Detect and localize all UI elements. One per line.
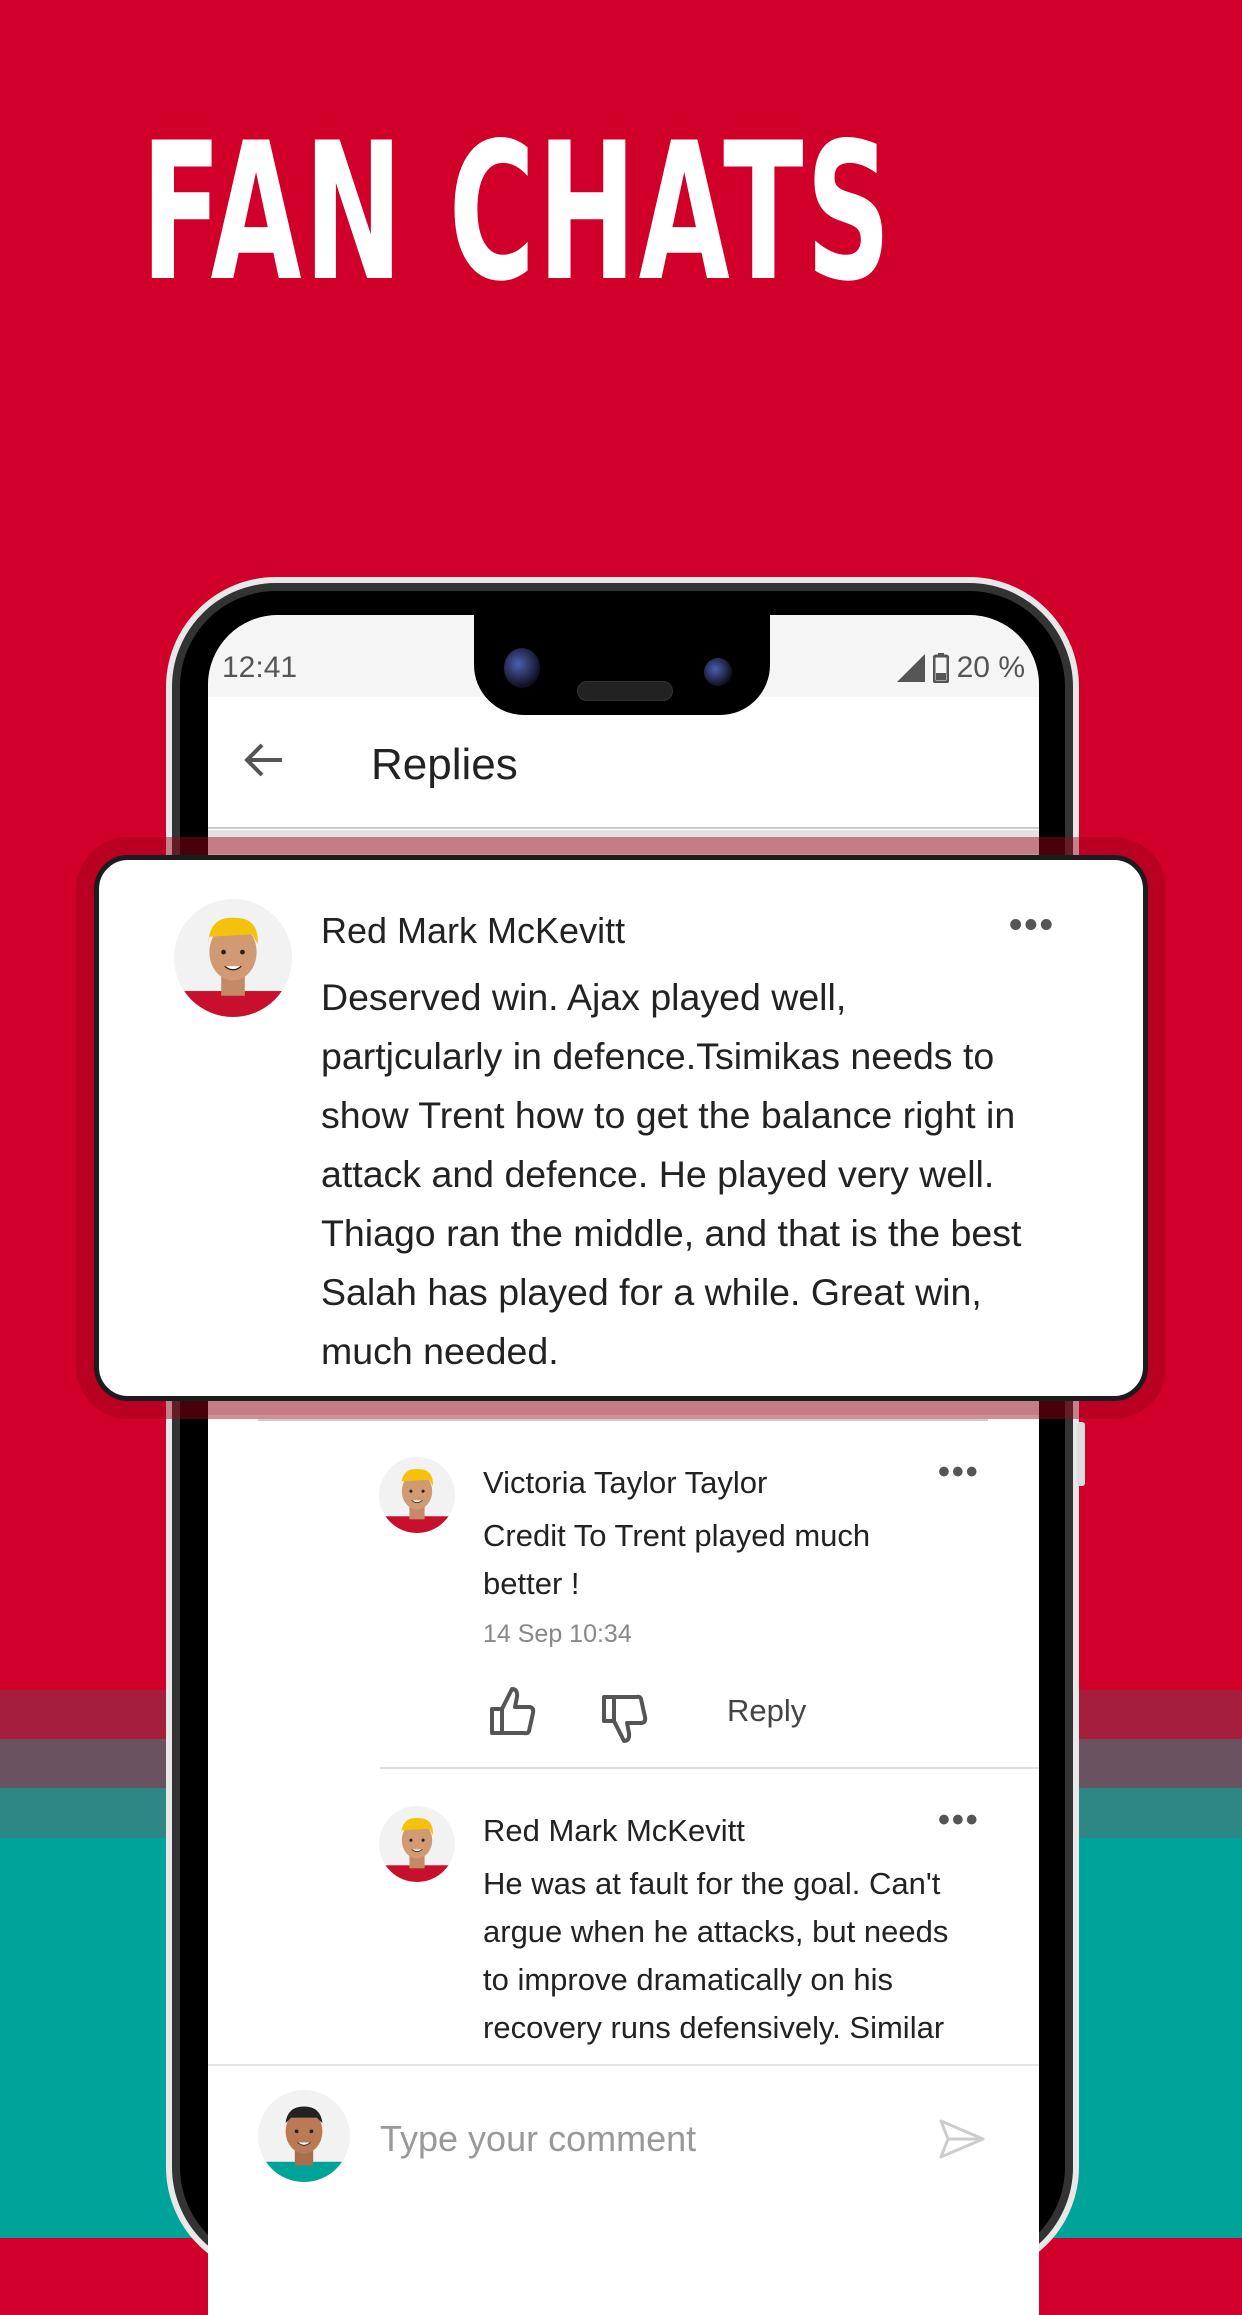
avatar [379, 1457, 455, 1533]
reply-text-line: He was at fault for the goal. Can't [483, 1866, 941, 1901]
page-title: Replies [371, 740, 518, 789]
reply-text-line: Credit To Trent played much [483, 1518, 871, 1553]
comment-composer: Type your comment [208, 2064, 1039, 2315]
arrow-left-icon[interactable] [244, 743, 284, 777]
reply-text-line: better ! [483, 1566, 580, 1601]
divider [208, 827, 1039, 829]
featured-comment-card: Red Mark McKevitt ••• Deserved win. Ajax… [94, 855, 1148, 1401]
camera-notch [474, 615, 770, 715]
phone-side-button [1077, 1422, 1085, 1486]
reply-date: 14 Sep 10:34 [483, 1620, 632, 1648]
comment-text-line: Salah has played for a while. Great win, [321, 1271, 982, 1313]
comment-input[interactable]: Type your comment [380, 2118, 696, 2160]
battery-level: 20 % [956, 651, 1025, 684]
comment-text-line: attack and defence. He played very well. [321, 1153, 995, 1195]
reply-button[interactable]: Reply [727, 1693, 806, 1729]
comment-text: Deserved win. Ajax played well, partjcul… [321, 968, 1021, 1381]
comment-text-line: much needed. [321, 1330, 559, 1372]
headline: FAN CHATS [141, 102, 894, 323]
reply-text-line: to improve dramatically on his [483, 1962, 894, 1997]
thumbs-up-icon[interactable] [488, 1685, 536, 1737]
reply-text-line: argue when he attacks, but needs [483, 1914, 949, 1949]
signal-icon [896, 654, 925, 682]
comment-text-line: show Trent how to get the balance right … [321, 1094, 1016, 1136]
more-options-icon[interactable]: ••• [938, 1801, 980, 1840]
thumbs-down-icon[interactable] [600, 1693, 648, 1745]
reply-text: Credit To Trent played much better ! [483, 1512, 870, 1608]
status-time: 12:41 [222, 651, 298, 684]
avatar [174, 899, 292, 1017]
more-options-icon[interactable]: ••• [1009, 904, 1055, 947]
comment-text-line: partjcularly in defence.Tsimikas needs t… [321, 1035, 995, 1077]
comment-text-line: Deserved win. Ajax played well, [321, 976, 847, 1018]
status-right: 20 % [896, 651, 1025, 685]
divider [208, 830, 1039, 854]
user-avatar [258, 2090, 350, 2182]
reply-text: He was at fault for the goal. Can't argu… [483, 1860, 948, 2052]
divider [258, 1419, 988, 1421]
more-options-icon[interactable]: ••• [938, 1453, 980, 1492]
avatar [379, 1806, 455, 1882]
comment-author: Red Mark McKevitt [321, 910, 626, 951]
reply-text-line: recovery runs defensively. Similar [483, 2010, 945, 2045]
reply-author: Red Mark McKevitt [483, 1813, 745, 1848]
comment-text-line: Thiago ran the middle, and that is the b… [321, 1212, 1022, 1254]
battery-icon [932, 653, 949, 683]
divider [380, 1767, 1039, 1769]
reply-author: Victoria Taylor Taylor [483, 1465, 768, 1500]
send-icon[interactable] [938, 2118, 986, 2160]
